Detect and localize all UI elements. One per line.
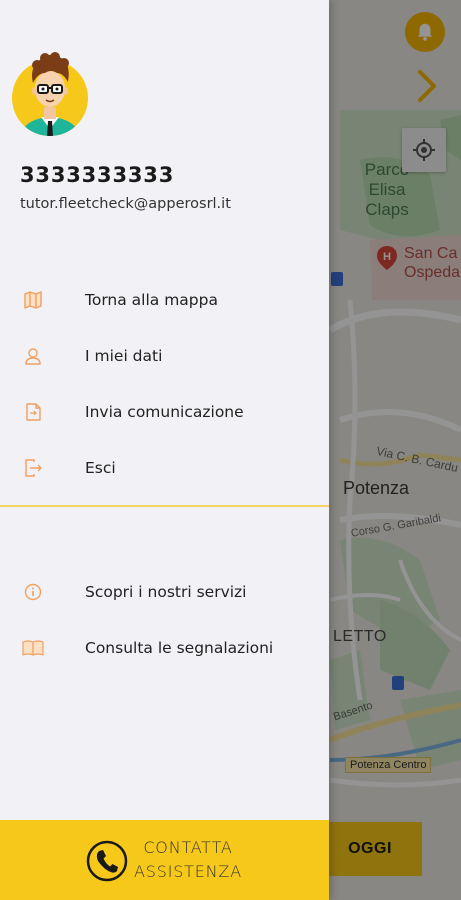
info-icon: [22, 582, 44, 602]
menu-item-label: Invia comunicazione: [85, 403, 244, 421]
contact-support-line1: CONTATTA: [143, 838, 233, 857]
menu-item-label: I miei dati: [85, 347, 163, 365]
profile-phone: 3333333333: [20, 163, 175, 187]
menu-item-invia-comunicazione[interactable]: Invia comunicazione: [0, 392, 329, 432]
menu-divider: [0, 505, 329, 507]
contact-support-label: CONTATTA ASSISTENZA: [133, 836, 243, 884]
logout-icon: [22, 458, 44, 478]
book-icon: [22, 638, 44, 658]
menu-item-label: Esci: [85, 459, 116, 477]
menu-item-consulta-segnalazioni[interactable]: Consulta le segnalazioni: [0, 628, 329, 668]
profile-email: tutor.fleetcheck@apperosrl.it: [20, 196, 231, 212]
contact-support-line2: ASSISTENZA: [134, 862, 242, 881]
menu-item-label: Consulta le segnalazioni: [85, 639, 274, 657]
map-icon: [22, 290, 44, 310]
menu-item-scopri-servizi[interactable]: Scopri i nostri servizi: [0, 572, 329, 612]
navigation-drawer: 3333333333 tutor.fleetcheck@apperosrl.it…: [0, 0, 329, 900]
menu-item-torna-alla-mappa[interactable]: Torna alla mappa: [0, 280, 329, 320]
menu-item-label: Scopri i nostri servizi: [85, 583, 247, 601]
phone-icon: [86, 840, 128, 882]
send-document-icon: [22, 402, 44, 422]
menu-item-esci[interactable]: Esci: [0, 448, 329, 488]
menu-item-label: Torna alla mappa: [85, 291, 218, 309]
user-icon: [22, 346, 44, 366]
menu-item-i-miei-dati[interactable]: I miei dati: [0, 336, 329, 376]
avatar: [12, 52, 88, 136]
